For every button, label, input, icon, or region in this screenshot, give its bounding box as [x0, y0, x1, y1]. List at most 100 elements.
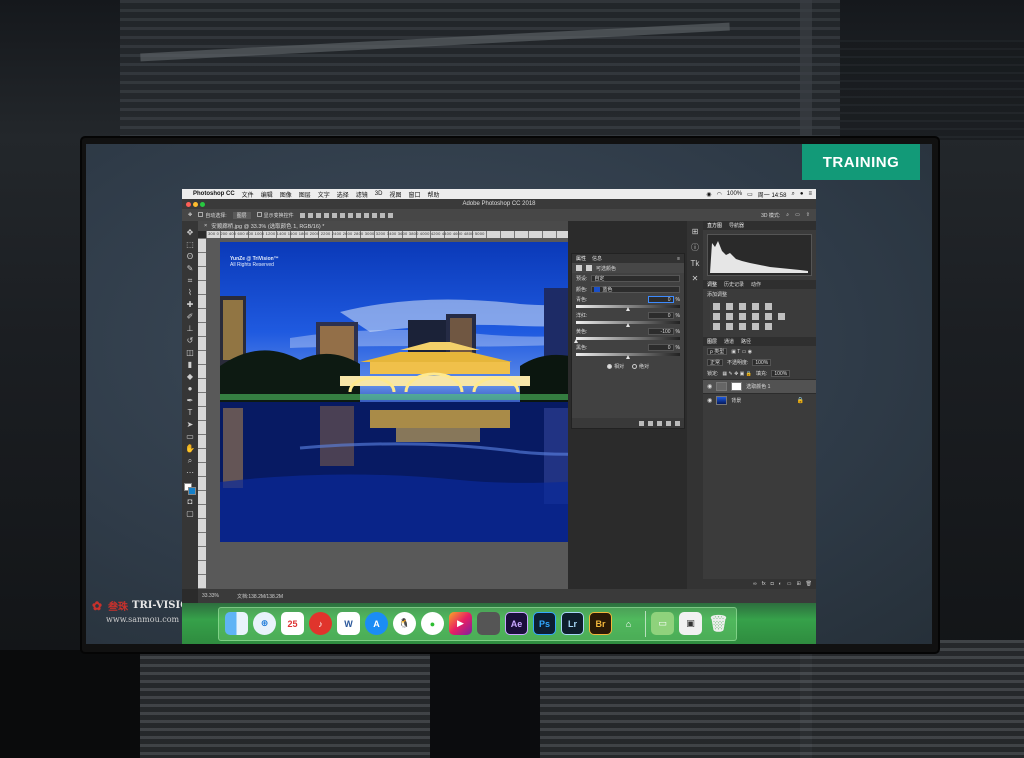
marquee-tool-icon[interactable]: ⬚	[185, 239, 196, 250]
zoom-tool-icon[interactable]: ⌕	[185, 455, 196, 466]
share-icon[interactable]: ⇪	[806, 212, 810, 218]
character-icon[interactable]: Tk	[691, 259, 700, 268]
eyedropper-tool-icon[interactable]: ⌇	[185, 287, 196, 298]
tab-channels[interactable]: 通道	[724, 338, 734, 345]
layer-row-background[interactable]: ◉ 背景 🔒	[703, 393, 816, 407]
distribute-icon[interactable]	[387, 212, 393, 218]
gradient-tool-icon[interactable]: ▮	[185, 359, 196, 370]
color-balance-icon[interactable]	[726, 313, 733, 320]
tab-info[interactable]: 信息	[592, 255, 602, 262]
layer-mask-thumbnail[interactable]	[731, 382, 743, 391]
layer-row-selective-color[interactable]: ◉ 选取颜色 1	[703, 379, 816, 393]
slider-thumb[interactable]	[574, 339, 578, 343]
blur-tool-icon[interactable]: ◆	[185, 371, 196, 382]
dodge-tool-icon[interactable]: ●	[185, 383, 196, 394]
layer-name[interactable]: 选取颜色 1	[746, 383, 770, 390]
dock-bridge-icon[interactable]: Br	[589, 612, 612, 635]
delete-icon[interactable]	[675, 420, 680, 426]
screen-mode-icon[interactable]: ▢	[185, 508, 196, 519]
pen-tool-icon[interactable]: ✒	[185, 395, 196, 406]
wifi-icon[interactable]: ◠	[717, 191, 722, 198]
document-size[interactable]: 文档:138.2M/138.2M	[237, 593, 283, 600]
workspace-search-icon[interactable]: ⌕	[786, 212, 789, 218]
menu-filter[interactable]: 滤镜	[356, 190, 368, 199]
mask-icon[interactable]	[586, 265, 592, 271]
move-tool-icon[interactable]: ✥	[185, 227, 196, 238]
quick-select-tool-icon[interactable]: ✎	[185, 263, 196, 274]
info-icon[interactable]: ⓘ	[691, 242, 699, 253]
photo-anshun-bridge[interactable]: YunZe @ TriVision™ All Rights Reserved	[220, 242, 568, 542]
slider-track[interactable]	[574, 337, 680, 343]
blend-mode-dropdown[interactable]: 正常	[707, 359, 724, 366]
tab-history[interactable]: 历史记录	[724, 281, 744, 288]
slider-value-field[interactable]: 0	[647, 344, 674, 351]
background-color-swatch[interactable]	[188, 487, 196, 495]
slider-track[interactable]	[576, 321, 680, 327]
color-swatches[interactable]	[184, 483, 196, 495]
view-previous-icon[interactable]	[648, 420, 653, 426]
document-canvas[interactable]: YunZe @ TriVision™ All Rights Reserved	[206, 238, 568, 594]
clone-stamp-tool-icon[interactable]: ⊥	[185, 323, 196, 334]
threshold-icon[interactable]	[739, 323, 746, 330]
panel-menu-icon[interactable]: ≡	[677, 256, 680, 262]
curves-icon[interactable]	[739, 303, 746, 310]
wechat-status-icon[interactable]: ◉	[706, 191, 711, 198]
tab-properties[interactable]: 属性	[576, 255, 586, 262]
selective-color-icon[interactable]	[765, 323, 772, 330]
dock-photo-icon[interactable]	[477, 612, 500, 635]
menu-edit[interactable]: 编辑	[261, 190, 273, 199]
tab-navigator[interactable]: 导航器	[729, 222, 744, 229]
document-tab[interactable]: × 安顺廊桥.jpg @ 33.3% (选取颜色 1, RGB/16) *	[198, 221, 568, 231]
auto-select-dropdown[interactable]: 图层	[232, 211, 251, 219]
posterize-icon[interactable]	[726, 323, 733, 330]
exposure-icon[interactable]	[752, 303, 759, 310]
fill-field[interactable]: 100%	[771, 370, 791, 377]
align-icon[interactable]	[307, 212, 313, 218]
crop-tool-icon[interactable]: ⌗	[185, 275, 196, 286]
lock-icons[interactable]: ▦ ✎ ✥ ▣ 🔒	[722, 371, 752, 377]
siri-icon[interactable]: ●	[800, 191, 804, 197]
radio-relative[interactable]: 相对	[606, 363, 624, 370]
menubar-clock[interactable]: 周一 14:58	[758, 190, 787, 199]
reset-icon[interactable]	[657, 420, 662, 426]
delete-layer-icon[interactable]: 🗑	[806, 581, 812, 587]
tab-paths[interactable]: 路径	[741, 338, 751, 345]
dock-final-cut-icon[interactable]: ▶	[449, 612, 472, 635]
new-group-icon[interactable]: ▭	[787, 581, 792, 587]
dock-lightroom-icon[interactable]: Lr	[561, 612, 584, 635]
zoom-level[interactable]: 33.33%	[202, 593, 219, 599]
align-icon[interactable]	[331, 212, 337, 218]
brush-tool-icon[interactable]: ✐	[185, 311, 196, 322]
menu-select[interactable]: 选择	[337, 190, 349, 199]
slider-track[interactable]	[576, 305, 680, 311]
layer-name[interactable]: 背景	[731, 397, 741, 404]
slider-track[interactable]	[576, 353, 680, 359]
eye-icon[interactable]: ◉	[707, 397, 712, 404]
menu-type[interactable]: 文字	[318, 190, 330, 199]
menu-view[interactable]: 视图	[389, 190, 401, 199]
add-mask-icon[interactable]: ◘	[771, 581, 774, 587]
new-adjustment-icon[interactable]: ◐	[779, 581, 782, 587]
slider-thumb[interactable]	[626, 307, 630, 311]
auto-select-checkbox[interactable]	[198, 211, 204, 217]
eye-icon[interactable]: ◉	[707, 383, 712, 390]
preset-dropdown[interactable]: 自定	[591, 275, 680, 282]
slider-value-field[interactable]: 0	[647, 296, 674, 303]
dock-wechat-icon[interactable]: ●	[421, 612, 444, 635]
channel-mixer-icon[interactable]	[765, 313, 772, 320]
align-icon[interactable]	[299, 212, 305, 218]
workspace-switcher-icon[interactable]: ▭	[795, 212, 800, 218]
dock-word-icon[interactable]: W	[337, 612, 360, 635]
eraser-tool-icon[interactable]: ◫	[185, 347, 196, 358]
distribute-icon[interactable]	[355, 212, 361, 218]
spotlight-search-icon[interactable]: ⌕	[791, 191, 794, 198]
dock-app-store-icon[interactable]: A	[365, 612, 388, 635]
gradient-map-icon[interactable]	[752, 323, 759, 330]
vibrance-icon[interactable]	[765, 303, 772, 310]
vertical-ruler[interactable]	[198, 238, 206, 589]
history-brush-tool-icon[interactable]: ↺	[185, 335, 196, 346]
tools-icon[interactable]: ✕	[692, 274, 699, 283]
distribute-icon[interactable]	[379, 212, 385, 218]
lasso-tool-icon[interactable]: ʘ	[185, 251, 196, 262]
more-tools-icon[interactable]: ⋯	[185, 467, 196, 478]
